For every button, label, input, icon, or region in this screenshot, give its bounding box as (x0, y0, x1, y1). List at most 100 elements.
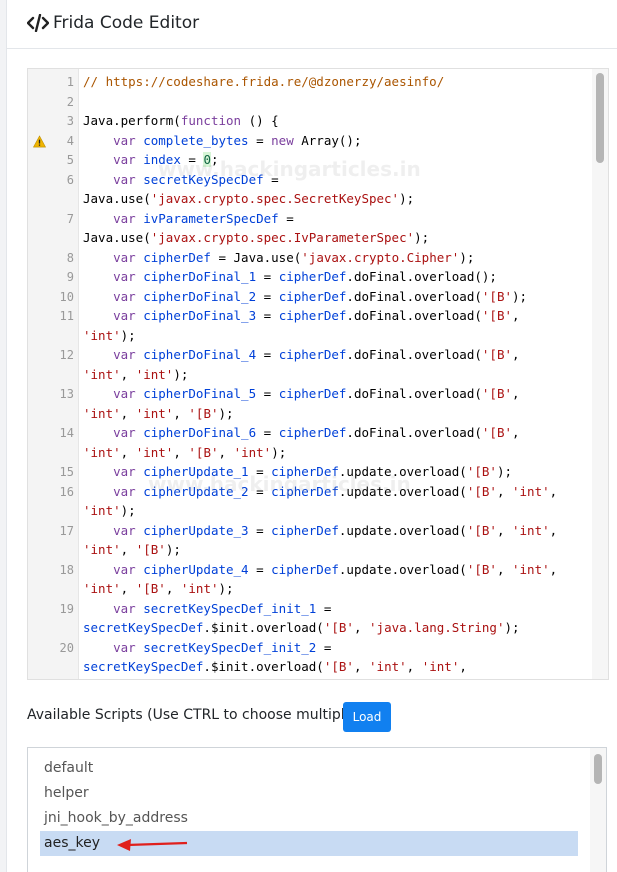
code-line: var cipherDoFinal_5 = cipherDef.doFinal.… (83, 386, 520, 401)
code-token: Java.use( (83, 230, 151, 245)
code-line: 'int', 'int', '[B', 'int'); (83, 445, 286, 460)
script-option[interactable]: jni_hook_by_address (40, 806, 578, 831)
code-token: ); (120, 503, 136, 518)
line-number: 18 (59, 562, 74, 577)
code-token: var (113, 464, 136, 479)
code-token: cipherDef (271, 561, 339, 577)
line-number: 14 (59, 426, 74, 440)
scripts-select[interactable]: default helper jni_hook_by_address aes_key (27, 747, 607, 872)
code-token: ); (271, 444, 287, 460)
code-line: secretKeySpecDef.$init.overload('[B', 'j… (83, 620, 520, 635)
editor-scrollbar-thumb[interactable] (596, 73, 604, 163)
editor-scrollbar[interactable] (592, 69, 608, 679)
line-number: 11 (59, 309, 74, 323)
line-number: 19 (59, 601, 74, 616)
code-line: var cipherDoFinal_3 = cipherDef.doFinal.… (83, 308, 519, 323)
code-token: () { (241, 113, 279, 128)
line-number: 9 (66, 270, 74, 284)
code-token: cipherDef (278, 425, 347, 440)
code-token: var (113, 561, 136, 577)
code-token: secretKeySpecDef_init_1 (143, 600, 317, 616)
script-option[interactable]: helper (40, 781, 578, 806)
code-token: '[B' (481, 347, 512, 362)
scripts-scrollbar[interactable] (590, 748, 606, 872)
code-token: '[B' (188, 444, 219, 460)
code-token: = (256, 269, 279, 284)
code-line: var cipherUpdate_4 = cipherDef.update.ov… (83, 562, 557, 577)
code-token: = (248, 561, 272, 577)
code-line: var secretKeySpecDef_init_1 = (83, 601, 331, 616)
code-line: 'int'); (83, 328, 136, 343)
code-line: Java.use('javax.crypto.spec.SecretKeySpe… (83, 191, 414, 206)
code-token: ); (512, 288, 528, 304)
code-token: .update.overload( (338, 522, 467, 538)
code-token: , (165, 581, 181, 596)
code-token: ); (218, 581, 234, 596)
load-button[interactable]: Load (343, 702, 391, 732)
code-token: 'javax.crypto.spec.IvParameterSpec' (150, 230, 415, 245)
code-token: 'int' (135, 405, 174, 421)
code-token: , (496, 483, 512, 499)
code-line: var cipherDoFinal_4 = cipherDef.doFinal.… (83, 347, 520, 362)
code-token: 'javax.crypto.Cipher' (301, 249, 460, 265)
code-token: '[B' (466, 522, 497, 538)
code-token: function (180, 113, 242, 128)
code-token: , (120, 581, 136, 596)
code-token: = (316, 600, 332, 616)
code-token: 'int' (512, 522, 550, 538)
code-token: , (120, 366, 136, 382)
code-line: var secretKeySpecDef_init_2 = (83, 640, 331, 655)
code-token: cipherDoFinal_2 (143, 288, 257, 304)
line-number: 1 (66, 75, 74, 89)
code-token: cipherUpdate_3 (143, 522, 249, 538)
code-token: , (549, 561, 558, 577)
code-token: ); (165, 542, 181, 557)
warning-icon[interactable] (33, 134, 46, 148)
page-title: Frida Code Editor (53, 13, 200, 33)
code-token: var (113, 483, 136, 499)
available-scripts-label: Available Scripts (Use CTRL to choose mu… (27, 707, 359, 723)
code-token: cipherDef (278, 308, 347, 323)
code-token: , (512, 347, 520, 362)
code-token: ); (399, 191, 415, 206)
code-token: = (248, 522, 272, 538)
code-token: ); (120, 327, 136, 343)
code-token: '[B' (188, 405, 219, 421)
code-token: var (113, 425, 136, 440)
code-token: , (512, 425, 520, 440)
code-token: .update.overload( (338, 561, 467, 577)
code-token: secretKeySpecDef (83, 659, 204, 674)
code-token: = Java.use( (210, 249, 302, 265)
code-token: '[B' (466, 561, 497, 577)
code-editor[interactable]: 1 2 3 4 5 6 7 8 9 10 11 12 13 14 15 16 17 18 19 20 // https… (27, 68, 609, 680)
code-token: Java.use( (83, 191, 151, 206)
code-token: .doFinal.overload( (346, 308, 482, 323)
scripts-scrollbar-thumb[interactable] (594, 754, 602, 784)
code-token: cipherDef (278, 347, 347, 362)
code-token: ); (496, 464, 512, 479)
code-token: Array(); (293, 132, 362, 148)
line-number: 15 (59, 465, 74, 479)
script-option[interactable]: default (40, 756, 578, 781)
code-token: 'int' (135, 444, 174, 460)
code-token: cipherDoFinal_1 (143, 269, 257, 284)
code-token: 'int' (83, 503, 121, 518)
line-number: 16 (59, 484, 74, 499)
code-token: 'int' (83, 327, 121, 343)
code-token: , (459, 659, 467, 674)
watermark: www.hackingarticles.in (148, 472, 411, 496)
code-token: , (496, 522, 512, 538)
code-token: 'int' (83, 405, 121, 421)
code-token: , (496, 561, 512, 577)
code-token: 'java.lang.String' (369, 620, 505, 635)
code-token: , (353, 620, 370, 635)
code-token: , (512, 386, 520, 401)
code-token: 'int' (369, 659, 407, 674)
